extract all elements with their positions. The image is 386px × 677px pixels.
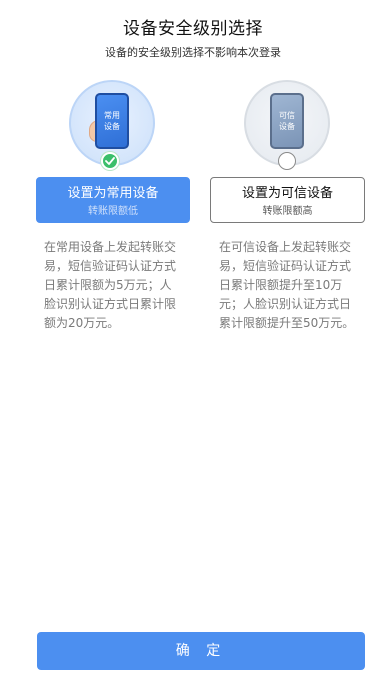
set-common-device-button[interactable]: 设置为常用设备 转账限额低 <box>36 177 190 223</box>
option-sublabel: 转账限额高 <box>262 206 313 217</box>
radio-empty-icon[interactable] <box>278 152 296 170</box>
page-subtitle: 设备的安全级别选择不影响本次登录 <box>105 46 281 59</box>
phone-screen-text: 可信 设备 <box>270 93 304 149</box>
page-title: 设备安全级别选择 <box>123 19 263 39</box>
check-circle-icon[interactable] <box>101 152 119 170</box>
option-sublabel: 转账限额低 <box>88 206 138 217</box>
checkmark-icon <box>105 157 115 165</box>
phone-screen-text: 常用 设备 <box>95 93 129 149</box>
device-security-level-page: 设备安全级别选择 设备的安全级别选择不影响本次登录 常用 设备 可信 设备 设置… <box>0 0 386 677</box>
set-trusted-device-button[interactable]: 设置为可信设备 转账限额高 <box>210 177 365 223</box>
trusted-device-description: 在可信设备上发起转账交易，短信验证码认证方式日累计限额提升至10万元；人脸识别认… <box>219 240 355 330</box>
confirm-button[interactable]: 确 定 <box>37 632 365 670</box>
option-label: 设置为常用设备 <box>67 186 159 201</box>
common-device-description: 在常用设备上发起转账交易，短信验证码认证方式日累计限额为5万元；人脸识别认证方式… <box>44 240 177 330</box>
option-label: 设置为可信设备 <box>241 186 333 201</box>
